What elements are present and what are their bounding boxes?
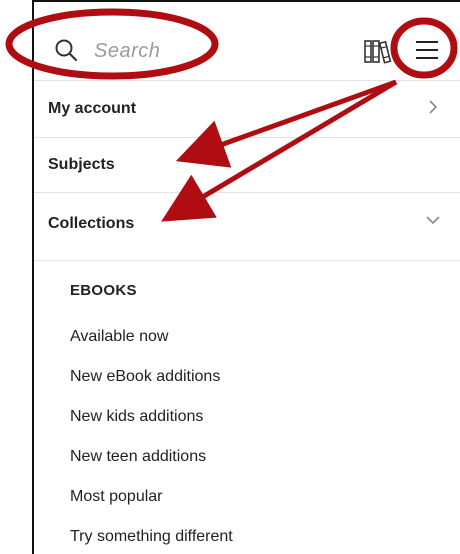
collection-link[interactable]: Available now [70,328,168,346]
menu-item-subjects[interactable]: Subjects [34,138,460,193]
screenshot-stage: Search My account Subjects Collections E… [0,0,460,554]
hamburger-menu-icon[interactable] [414,38,440,62]
collection-link[interactable]: Most popular [70,488,163,506]
collection-link[interactable]: New teen additions [70,448,206,466]
top-bar: Search [34,2,460,81]
menu-item-collections[interactable]: Collections [34,193,460,261]
menu-item-label: Collections [48,215,135,232]
collection-link[interactable]: New kids additions [70,408,203,426]
menu-item-label: Subjects [48,156,115,173]
collection-link[interactable]: New eBook additions [70,368,220,386]
search-icon[interactable] [54,38,78,62]
collection-link[interactable]: Try something different [70,528,233,546]
search-input[interactable]: Search [94,40,160,63]
chevron-right-icon [429,100,438,114]
menu-item-label: My account [48,100,137,117]
side-menu-panel: Search My account Subjects Collections E… [32,0,460,554]
collections-heading-ebooks: EBOOKS [70,282,137,299]
menu-item-my-account[interactable]: My account [34,80,460,138]
books-icon[interactable] [364,38,394,64]
chevron-down-icon [426,216,440,225]
